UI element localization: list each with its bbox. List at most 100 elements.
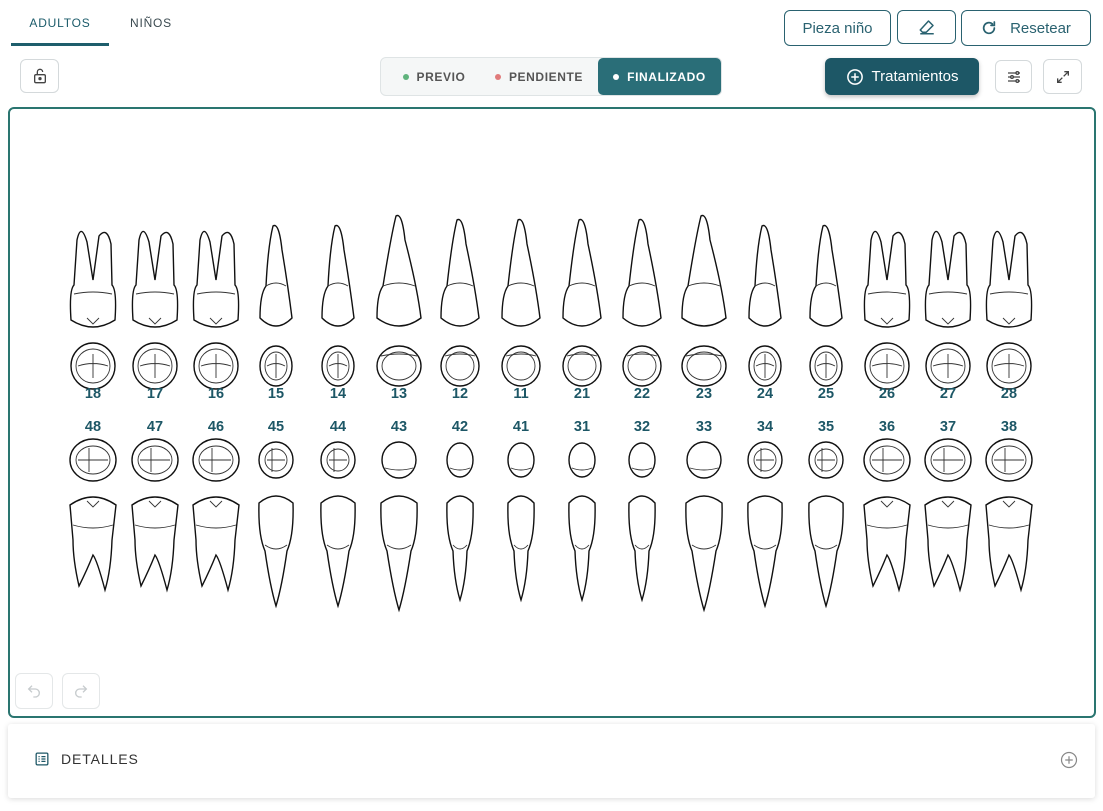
tooth-14-side [321,224,355,327]
tooth-number: 24 [756,386,774,402]
tooth-25-side [809,224,843,327]
tooth-number: 43 [390,419,408,435]
tooth-44-side [320,495,356,609]
tooth-11-side [501,218,541,327]
tooth-17-side [131,230,179,328]
tooth-47-side [131,496,179,593]
tooth-number: 17 [146,386,164,402]
tooth-27[interactable] [924,230,972,390]
tooth-37-side [924,496,972,593]
tooth-48-side [69,496,117,593]
tooth-number: 21 [573,386,591,402]
tooth-36[interactable] [863,438,911,593]
tooth-25[interactable] [809,224,843,387]
tooth-number: 23 [695,386,713,402]
tooth-43-occlusal [381,441,417,479]
tooth-number: 14 [329,386,347,402]
tooth-number: 25 [817,386,835,402]
tooth-16[interactable] [192,230,240,390]
tooth-46[interactable] [192,438,240,593]
tooth-36-side [863,496,911,593]
tooth-13-side [376,214,422,327]
tooth-number: 36 [878,419,896,435]
tooth-number: 28 [1000,386,1018,402]
tooth-31-side [568,495,596,603]
tooth-14[interactable] [321,224,355,387]
tooth-number: 33 [695,419,713,435]
tooth-32-occlusal [628,442,656,478]
tooth-number: 15 [267,386,285,402]
tooth-number: 46 [207,419,225,435]
tooth-41[interactable] [507,442,535,603]
tooth-44[interactable] [320,441,356,609]
tooth-number: 11 [513,386,529,402]
tooth-23-side [681,214,727,327]
tooth-23[interactable] [681,214,727,387]
undo-icon [27,685,40,698]
tooth-32[interactable] [628,442,656,603]
tooth-number: 27 [939,386,957,402]
tooth-34[interactable] [747,441,783,609]
tooth-number: 34 [756,419,774,435]
tooth-number: 12 [451,386,469,402]
tooth-43[interactable] [380,441,418,613]
tooth-number: 41 [512,419,530,435]
tooth-15-side [259,224,293,327]
tooth-number: 26 [878,386,896,402]
tooth-35-side [808,495,844,609]
tooth-number: 13 [390,386,408,402]
tooth-48[interactable] [69,438,117,593]
tooth-45[interactable] [258,441,294,609]
tooth-24-side [748,224,782,327]
tooth-22[interactable] [622,218,662,387]
tooth-27-side [924,230,972,328]
tooth-41-occlusal [507,442,535,478]
tooth-46-side [192,496,240,593]
tooth-22-side [622,218,662,327]
list-icon [35,752,49,766]
tooth-28-side [985,230,1033,328]
tooth-number: 48 [84,419,102,435]
tooth-34-side [747,495,783,609]
tooth-45-side [258,495,294,609]
undo-button[interactable] [15,673,53,709]
tooth-12[interactable] [440,218,480,387]
tooth-38[interactable] [985,438,1033,593]
tooth-number: 45 [267,419,285,435]
tooth-31[interactable] [568,442,596,603]
tooth-28[interactable] [985,230,1033,390]
tooth-number: 18 [84,386,102,402]
tooth-number: 38 [1000,419,1018,435]
tooth-26-side [863,230,911,328]
tooth-17[interactable] [131,230,179,390]
redo-button[interactable] [62,673,100,709]
tooth-41-side [507,495,535,603]
tooth-15[interactable] [259,224,293,387]
tooth-33-side [685,495,723,613]
tooth-12-side [440,218,480,327]
tooth-16-side [192,230,240,328]
tooth-number: 32 [633,419,651,435]
redo-icon [75,685,88,698]
tooth-42[interactable] [446,442,474,603]
tooth-33[interactable] [685,441,723,613]
tooth-47[interactable] [131,438,179,593]
tooth-number: 42 [451,419,469,435]
tooth-number: 44 [329,419,347,435]
tooth-33-occlusal [686,441,722,479]
tooth-26[interactable] [863,230,911,390]
tooth-43-side [380,495,418,613]
tooth-21-side [562,218,602,327]
tooth-13[interactable] [376,214,422,387]
tooth-21[interactable] [562,218,602,387]
tooth-24[interactable] [748,224,782,387]
tooth-35[interactable] [808,441,844,609]
tooth-42-occlusal [446,442,474,478]
add-details-icon[interactable] [1060,751,1078,769]
tooth-42-side [446,495,474,603]
details-panel[interactable]: DETALLES [8,724,1095,798]
tooth-11[interactable] [501,218,541,387]
tooth-number: 31 [573,419,591,435]
tooth-37[interactable] [924,438,972,593]
tooth-18[interactable] [69,230,117,390]
